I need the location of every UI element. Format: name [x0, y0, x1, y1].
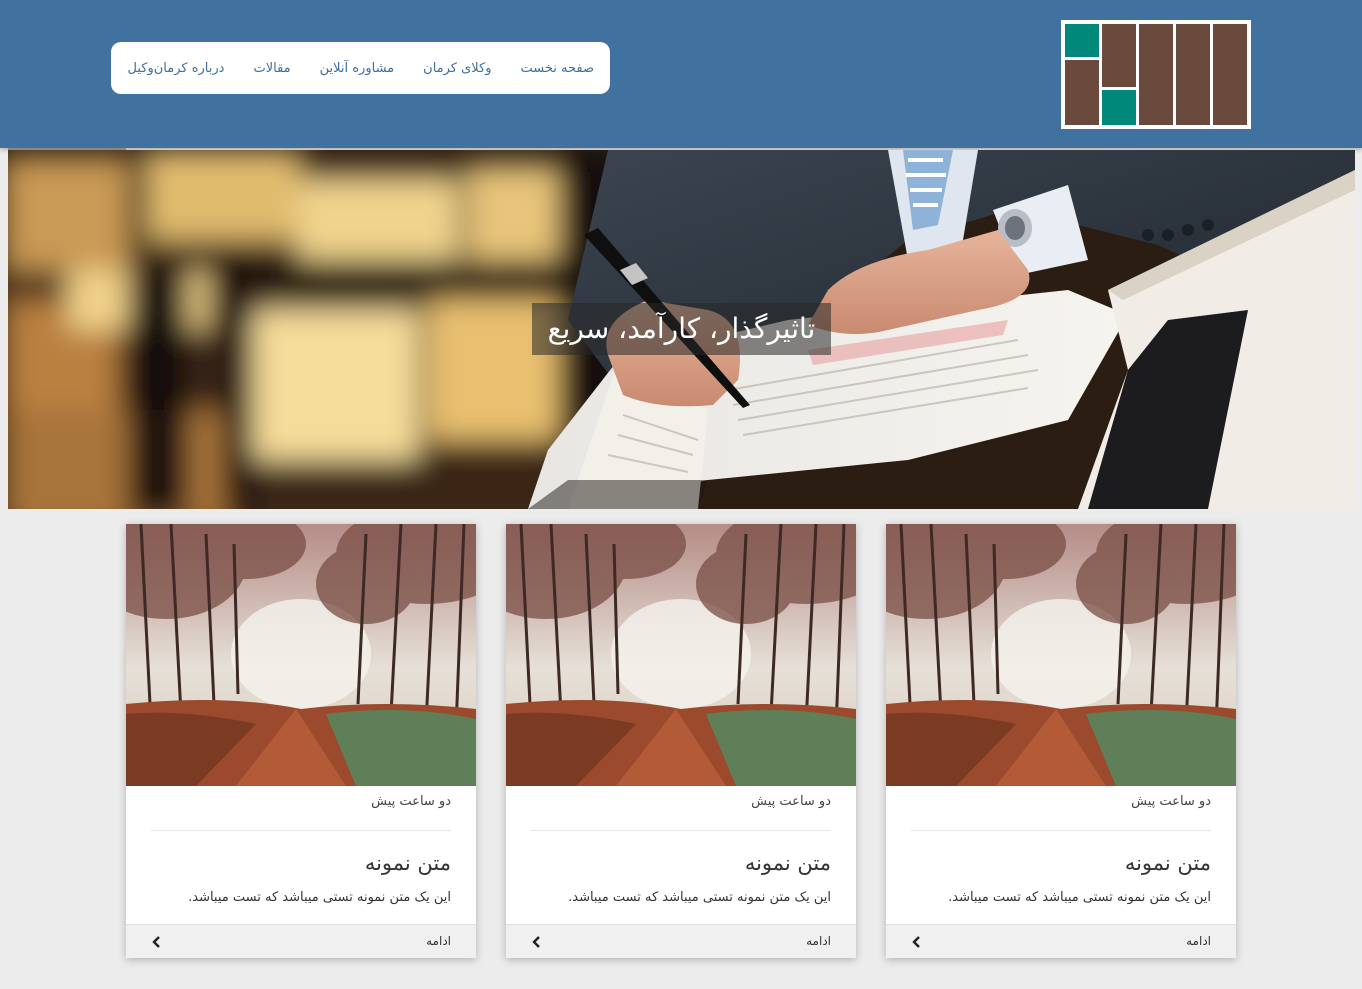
- hero-banner: تاثیرگذار، کارآمد، سریع: [8, 150, 1355, 509]
- card-text: این یک متن نمونه تستی میباشد که تست میبا…: [188, 890, 451, 905]
- card-divider: [151, 830, 451, 831]
- chevron-left-icon[interactable]: [530, 935, 544, 949]
- article-card: دو ساعت پیش متن نمونه این یک متن نمونه ت…: [126, 524, 476, 958]
- logo-block: [1213, 24, 1247, 125]
- nav-item-kerman-lawyers[interactable]: وکلای کرمان: [423, 61, 491, 76]
- read-more-link[interactable]: ادامه: [806, 934, 831, 948]
- card-time: دو ساعت پیش: [371, 794, 451, 809]
- article-card: دو ساعت پیش متن نمونه این یک متن نمونه ت…: [886, 524, 1236, 958]
- card-title[interactable]: متن نمونه: [365, 851, 451, 875]
- card-title[interactable]: متن نمونه: [1125, 851, 1211, 875]
- logo-block: [1102, 24, 1136, 87]
- nav-item-online-consultation[interactable]: مشاوره آنلاین: [320, 61, 395, 76]
- card-footer: ادامه: [126, 924, 476, 958]
- logo-block: [1176, 24, 1210, 125]
- card-text: این یک متن نمونه تستی میباشد که تست میبا…: [568, 890, 831, 905]
- logo-block: [1139, 24, 1173, 125]
- read-more-link[interactable]: ادامه: [1186, 934, 1211, 948]
- main-nav: صفحه نخست وکلای کرمان مشاوره آنلاین مقال…: [111, 42, 610, 94]
- card-title[interactable]: متن نمونه: [745, 851, 831, 875]
- card-footer: ادامه: [886, 924, 1236, 958]
- card-image[interactable]: [126, 524, 476, 786]
- logo-block: [1065, 24, 1099, 57]
- read-more-link[interactable]: ادامه: [426, 934, 451, 948]
- site-header: صفحه نخست وکلای کرمان مشاوره آنلاین مقال…: [0, 0, 1362, 148]
- chevron-left-icon[interactable]: [910, 935, 924, 949]
- card-image[interactable]: [506, 524, 856, 786]
- card-time: دو ساعت پیش: [751, 794, 831, 809]
- card-divider: [911, 830, 1211, 831]
- nav-item-home[interactable]: صفحه نخست: [521, 61, 594, 76]
- card-footer: ادامه: [506, 924, 856, 958]
- chevron-left-icon[interactable]: [150, 935, 164, 949]
- nav-item-articles[interactable]: مقالات: [253, 61, 290, 76]
- card-text: این یک متن نمونه تستی میباشد که تست میبا…: [948, 890, 1211, 905]
- card-divider: [531, 830, 831, 831]
- hero-caption: تاثیرگذار، کارآمد، سریع: [532, 303, 831, 355]
- logo-block: [1065, 60, 1099, 125]
- article-card: دو ساعت پیش متن نمونه این یک متن نمونه ت…: [506, 524, 856, 958]
- card-time: دو ساعت پیش: [1131, 794, 1211, 809]
- nav-item-about[interactable]: درباره کرمان‌وکیل: [128, 61, 225, 76]
- site-logo[interactable]: [1061, 20, 1251, 129]
- logo-block: [1102, 90, 1136, 125]
- card-image[interactable]: [886, 524, 1236, 786]
